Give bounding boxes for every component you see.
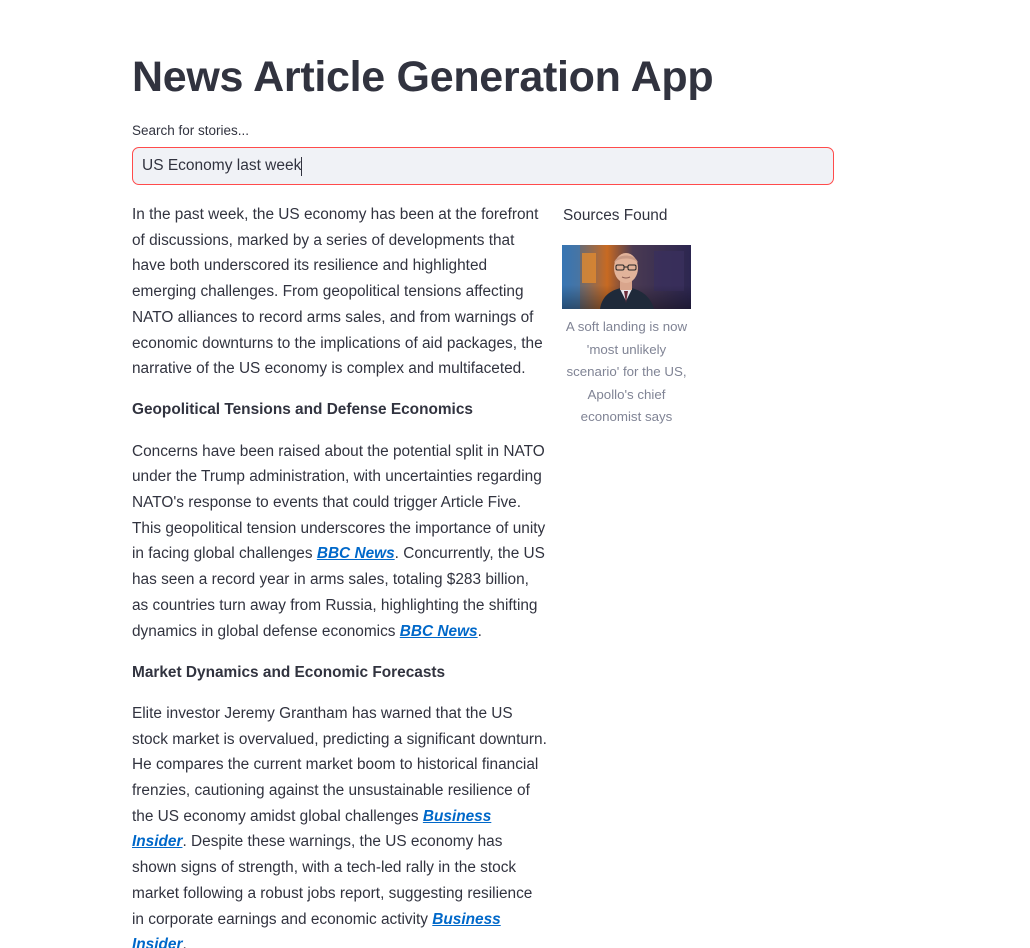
source-link-bbc-news[interactable]: BBC News — [317, 545, 395, 562]
section-heading-market: Market Dynamics and Economic Forecasts — [132, 663, 446, 681]
source-link-bbc-news[interactable]: BBC News — [400, 623, 478, 640]
paragraph-text: . — [182, 936, 187, 948]
page-title: News Article Generation App — [132, 53, 714, 101]
generated-article: In the past week, the US economy has bee… — [132, 202, 548, 948]
source-caption: A soft landing is now 'most unlikely sce… — [565, 319, 688, 424]
article-intro: In the past week, the US economy has bee… — [132, 206, 543, 378]
source-thumbnail-image[interactable] — [562, 245, 691, 309]
paragraph-text: . — [477, 622, 482, 640]
section-paragraph-market: Elite investor Jeremy Grantham has warne… — [132, 701, 548, 948]
search-input[interactable]: US Economy last week — [132, 147, 834, 185]
app-page: News Article Generation App Search for s… — [0, 0, 1030, 948]
section-heading-geopolitical: Geopolitical Tensions and Defense Econom… — [132, 401, 473, 419]
section-paragraph-geopolitical: Concerns have been raised about the pote… — [132, 439, 548, 645]
search-input-value[interactable]: US Economy last week — [142, 157, 301, 175]
sources-header: Sources Found — [563, 207, 668, 224]
text-cursor — [301, 156, 303, 176]
search-label: Search for stories... — [132, 123, 250, 138]
